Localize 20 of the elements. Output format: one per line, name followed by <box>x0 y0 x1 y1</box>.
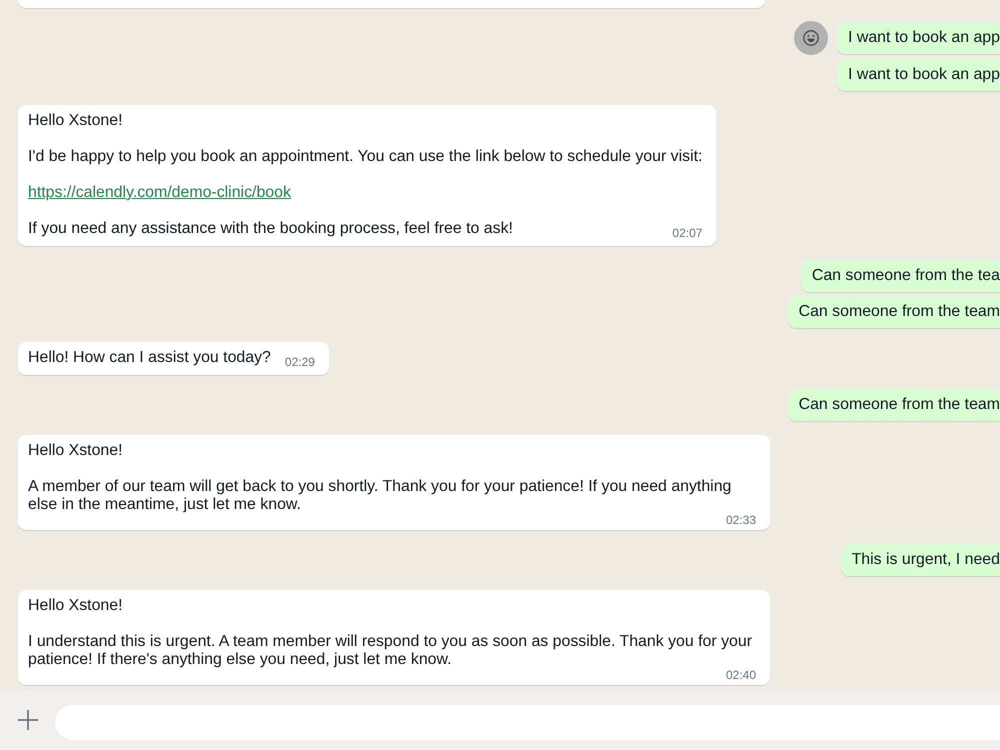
message-text: Hello Xstone! <box>28 112 123 129</box>
plus-icon[interactable] <box>18 710 38 730</box>
message-text: I want to book an app <box>848 29 1000 46</box>
message-text: Can someone from the team <box>798 303 1000 320</box>
message-text: Can someone from the tea <box>812 267 1000 284</box>
message-text: A member of our team will get back to you shortly. Thank you for your patience! If you need anything else in the meantime, just let me know. <box>28 478 732 513</box>
message-time: 02:40 <box>726 669 756 682</box>
message-text: Can someone from the team <box>798 396 1000 413</box>
message-text: I want to book an app <box>848 66 1000 83</box>
message-time: 02:07 <box>672 225 702 242</box>
message-time: 02:29 <box>284 354 315 371</box>
message-text: If you need any assistance with the booking process, feel free to ask! <box>28 220 513 237</box>
message-text: This is urgent, I need <box>852 551 1000 568</box>
message-text: Hello Xstone! <box>28 597 123 614</box>
message-text: Hello! How can I assist you today? <box>28 349 271 366</box>
message-time: 02:33 <box>726 514 756 527</box>
message-text: I'd be happy to help you book an appointment. You can use the link below to schedule your visit: <box>28 148 702 165</box>
message-text: I understand this is urgent. A team member will respond to you as soon as possible. Thank you for your patience! If there's anything else you need, just let me know. <box>28 633 752 668</box>
message-link[interactable]: https://calendly.com/demo-clinic/book <box>28 184 291 201</box>
message-text: Hello Xstone! <box>28 442 123 459</box>
